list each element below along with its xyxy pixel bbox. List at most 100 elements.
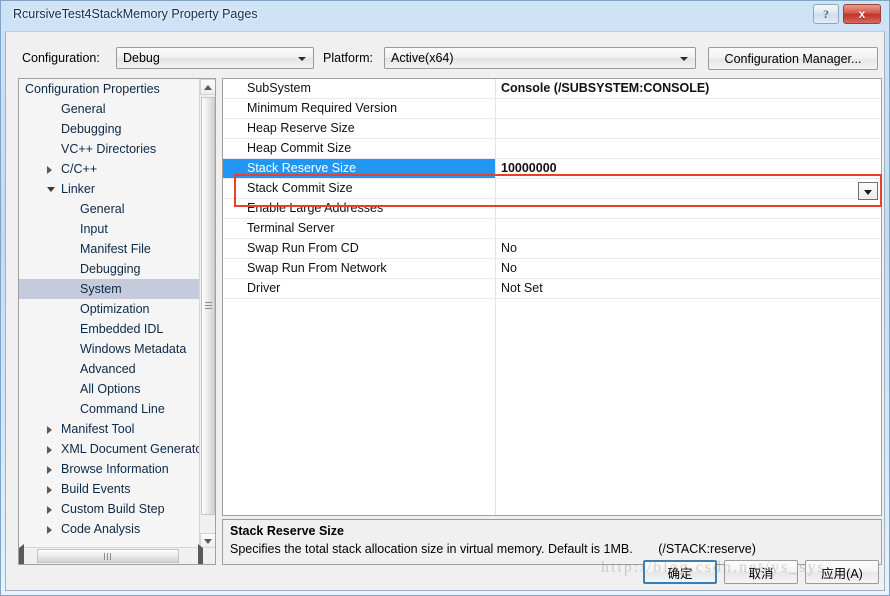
triangle-right-icon[interactable]: [47, 506, 52, 514]
triangle-down-icon[interactable]: [47, 187, 55, 192]
property-row[interactable]: Enable Large Addresses: [223, 199, 881, 219]
caret-down-icon: [204, 539, 212, 544]
help-icon[interactable]: ?: [813, 4, 839, 24]
tree-item-linker[interactable]: Linker: [19, 179, 200, 199]
property-value[interactable]: Not Set: [501, 281, 543, 295]
tree-item-label: Debugging: [80, 262, 141, 276]
tree-item-label: Manifest File: [80, 242, 151, 256]
title-bar: RcursiveTest4StackMemory Property Pages …: [1, 1, 889, 31]
triangle-right-icon[interactable]: [47, 486, 52, 494]
tree-item-xml-document-generator[interactable]: XML Document Generator: [19, 439, 200, 459]
property-value[interactable]: No: [501, 241, 517, 255]
apply-button[interactable]: 应用(A): [805, 560, 879, 584]
property-pages-dialog: RcursiveTest4StackMemory Property Pages …: [0, 0, 890, 596]
chevron-down-icon: [864, 190, 872, 195]
value-dropdown-button[interactable]: [858, 182, 878, 200]
tree-item-label: VC++ Directories: [61, 142, 157, 156]
tree-item-windows-metadata[interactable]: Windows Metadata: [19, 339, 200, 359]
tree-item-input[interactable]: Input: [19, 219, 200, 239]
scroll-left-button[interactable]: [19, 544, 36, 564]
triangle-right-icon[interactable]: [47, 166, 52, 174]
tree-item-debugging[interactable]: Debugging: [19, 259, 200, 279]
property-row[interactable]: Swap Run From CD No: [223, 239, 881, 259]
platform-dropdown[interactable]: Active(x64): [384, 47, 696, 69]
tree-item-all-options[interactable]: All Options: [19, 379, 200, 399]
scroll-up-button[interactable]: [200, 79, 215, 95]
tree-horizontal-scrollbar[interactable]: [19, 544, 215, 564]
tree-item-debugging[interactable]: Debugging: [19, 119, 200, 139]
tree-item-embedded-idl[interactable]: Embedded IDL: [19, 319, 200, 339]
property-row[interactable]: SubSystem Console (/SUBSYSTEM:CONSOLE): [223, 79, 881, 99]
triangle-right-icon[interactable]: [47, 526, 52, 534]
tree-item-general[interactable]: General: [19, 99, 200, 119]
tree-item-label: Debugging: [61, 122, 122, 136]
description-sentence: Specifies the total stack allocation siz…: [230, 542, 633, 556]
tree-item-code-analysis[interactable]: Code Analysis: [19, 519, 200, 539]
description-text: Specifies the total stack allocation siz…: [230, 542, 756, 556]
scroll-right-button[interactable]: [198, 544, 215, 564]
tree-item-label: Custom Build Step: [61, 502, 165, 516]
tree-item-vc-directories[interactable]: VC++ Directories: [19, 139, 200, 159]
tree-item-general[interactable]: General: [19, 199, 200, 219]
tree-item-manifest-tool[interactable]: Manifest Tool: [19, 419, 200, 439]
property-name: Terminal Server: [247, 221, 335, 235]
property-row[interactable]: Driver Not Set: [223, 279, 881, 299]
grip-icon: [205, 302, 212, 310]
property-value[interactable]: 10000000: [501, 161, 557, 175]
tree-item-optimization[interactable]: Optimization: [19, 299, 200, 319]
cancel-button[interactable]: 取消: [724, 560, 798, 584]
tree-item-label: Advanced: [80, 362, 136, 376]
close-icon[interactable]: x: [843, 4, 881, 24]
tree-hscrollbar-thumb[interactable]: [37, 549, 179, 563]
property-value[interactable]: No: [501, 261, 517, 275]
triangle-right-icon[interactable]: [47, 466, 52, 474]
property-row[interactable]: Heap Reserve Size: [223, 119, 881, 139]
window-title: RcursiveTest4StackMemory Property Pages: [13, 7, 258, 21]
tree-item-system[interactable]: System: [19, 279, 200, 299]
caret-up-icon: [204, 85, 212, 90]
tree-item-label: Input: [80, 222, 108, 236]
triangle-right-icon[interactable]: [47, 446, 52, 454]
tree-item-label: Command Line: [80, 402, 165, 416]
chevron-down-icon: [298, 57, 306, 61]
tree-item-configuration-properties[interactable]: Configuration Properties: [19, 79, 200, 99]
property-row[interactable]: Terminal Server: [223, 219, 881, 239]
tree-item-label: Windows Metadata: [80, 342, 187, 356]
tree-item-custom-build-step[interactable]: Custom Build Step: [19, 499, 200, 519]
property-name: Stack Reserve Size: [247, 161, 357, 175]
tree-item-label: All Options: [80, 382, 141, 396]
triangle-right-icon[interactable]: [47, 426, 52, 434]
tree-item-label: General: [61, 102, 106, 116]
property-row[interactable]: Stack Commit Size: [223, 179, 881, 199]
tree-item-label: C/C++: [61, 162, 98, 176]
caret-right-icon: [198, 544, 203, 564]
tree-scrollbar-thumb[interactable]: [201, 97, 215, 515]
platform-value: Active(x64): [391, 51, 454, 65]
configuration-dropdown[interactable]: Debug: [116, 47, 314, 69]
description-switch: (/STACK:reserve): [658, 542, 756, 556]
tree-item-command-line[interactable]: Command Line: [19, 399, 200, 419]
tree-item-browse-information[interactable]: Browse Information: [19, 459, 200, 479]
tree-item-label: Build Events: [61, 482, 131, 496]
tree-item-advanced[interactable]: Advanced: [19, 359, 200, 379]
tree-item-label: Code Analysis: [61, 522, 141, 536]
tree-scroll-area: Configuration Properties General Debugging…: [19, 79, 200, 549]
property-row[interactable]: Swap Run From Network No: [223, 259, 881, 279]
ok-button[interactable]: 确定: [643, 560, 717, 584]
property-name: Minimum Required Version: [247, 101, 398, 115]
property-name: Heap Reserve Size: [247, 121, 355, 135]
property-row[interactable]: Heap Commit Size: [223, 139, 881, 159]
configuration-manager-button[interactable]: Configuration Manager...: [708, 47, 878, 70]
tree-vertical-scrollbar[interactable]: [199, 79, 215, 549]
description-pane: Stack Reserve Size Specifies the total s…: [222, 519, 882, 565]
property-row[interactable]: Stack Reserve Size 10000000: [223, 159, 881, 179]
tree-item-label: Embedded IDL: [80, 322, 164, 336]
tree-item-c-c[interactable]: C/C++: [19, 159, 200, 179]
tree-item-build-events[interactable]: Build Events: [19, 479, 200, 499]
tree-item-label: System: [80, 282, 122, 296]
tree-item-manifest-file[interactable]: Manifest File: [19, 239, 200, 259]
property-value[interactable]: Console (/SUBSYSTEM:CONSOLE): [501, 81, 709, 95]
dialog-client-area: Configuration: Debug Platform: Active(x6…: [5, 31, 885, 591]
property-row[interactable]: Minimum Required Version: [223, 99, 881, 119]
property-name: Heap Commit Size: [247, 141, 352, 155]
